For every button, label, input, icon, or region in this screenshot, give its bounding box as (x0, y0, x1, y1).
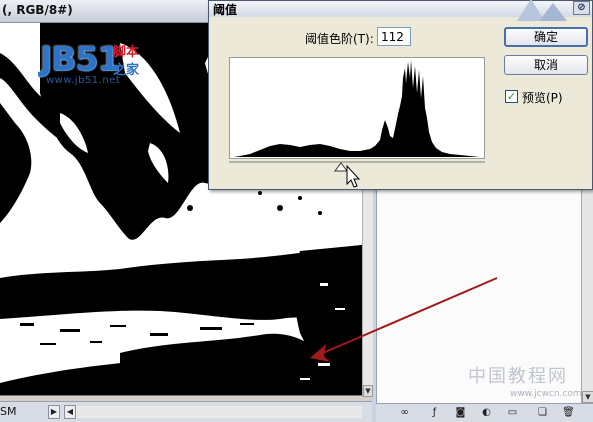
status-bar: SM ▶ ◀ (0, 401, 372, 422)
dialog-titlebar[interactable]: 阈值 ⊘ (209, 0, 592, 21)
preview-label: 预览(P) (522, 91, 563, 105)
delete-layer-icon[interactable]: 🗑 (562, 407, 575, 419)
watermark-url: www.jcwcn.com (510, 389, 582, 399)
layers-toolbar: ∞ ƒ ◙ ◐ ▭ ❏ 🗑 (376, 403, 593, 422)
threshold-level-label: 阈值色阶(T): (305, 32, 374, 46)
status-menu-arrow-icon[interactable]: ▶ (48, 405, 60, 419)
watermark-text: 中国教程网 (468, 366, 568, 387)
logo-url: www.jb51.net (46, 75, 121, 86)
zoom-readout: SM (0, 405, 17, 418)
threshold-dialog: 阈值 ⊘ 阈值色阶(T): 确定 取消 ✓ 预览(P) (208, 0, 593, 190)
histogram-graph (234, 60, 480, 157)
layers-scroll-down-icon[interactable]: ▼ (582, 391, 593, 403)
new-layer-icon[interactable]: ❏ (536, 407, 549, 419)
jb51-logo: JB51 脚本 之家 www.jb51.net (40, 39, 152, 89)
ok-button[interactable]: 确定 (504, 27, 588, 47)
logo-text: JB51 (40, 39, 120, 78)
threshold-level-input[interactable] (377, 27, 411, 46)
new-group-icon[interactable]: ▭ (506, 407, 519, 419)
slider-handle-icon (334, 162, 348, 172)
layer-style-icon[interactable]: ƒ (428, 407, 441, 419)
titlebar-decoration-icon (517, 0, 567, 21)
close-icon[interactable]: ⊘ (573, 1, 590, 15)
scroll-left-arrow-icon[interactable]: ◀ (64, 405, 76, 419)
dialog-title: 阈值 (213, 3, 238, 17)
document-title: (, RGB/8#) (2, 3, 73, 17)
histogram (229, 57, 485, 159)
layers-scrollbar[interactable]: ▼ (581, 190, 593, 403)
cancel-button[interactable]: 取消 (504, 55, 588, 75)
threshold-slider[interactable] (229, 161, 485, 173)
adjustment-layer-icon[interactable]: ◐ (480, 407, 493, 419)
preview-checkbox[interactable]: ✓ (505, 90, 518, 103)
scroll-down-arrow-icon[interactable]: ▼ (363, 385, 373, 397)
horizontal-scrollbar[interactable] (76, 406, 362, 418)
link-layers-icon[interactable]: ∞ (398, 407, 411, 419)
layer-mask-icon[interactable]: ◙ (454, 407, 467, 419)
logo-cn-line1: 脚本 (113, 45, 140, 60)
